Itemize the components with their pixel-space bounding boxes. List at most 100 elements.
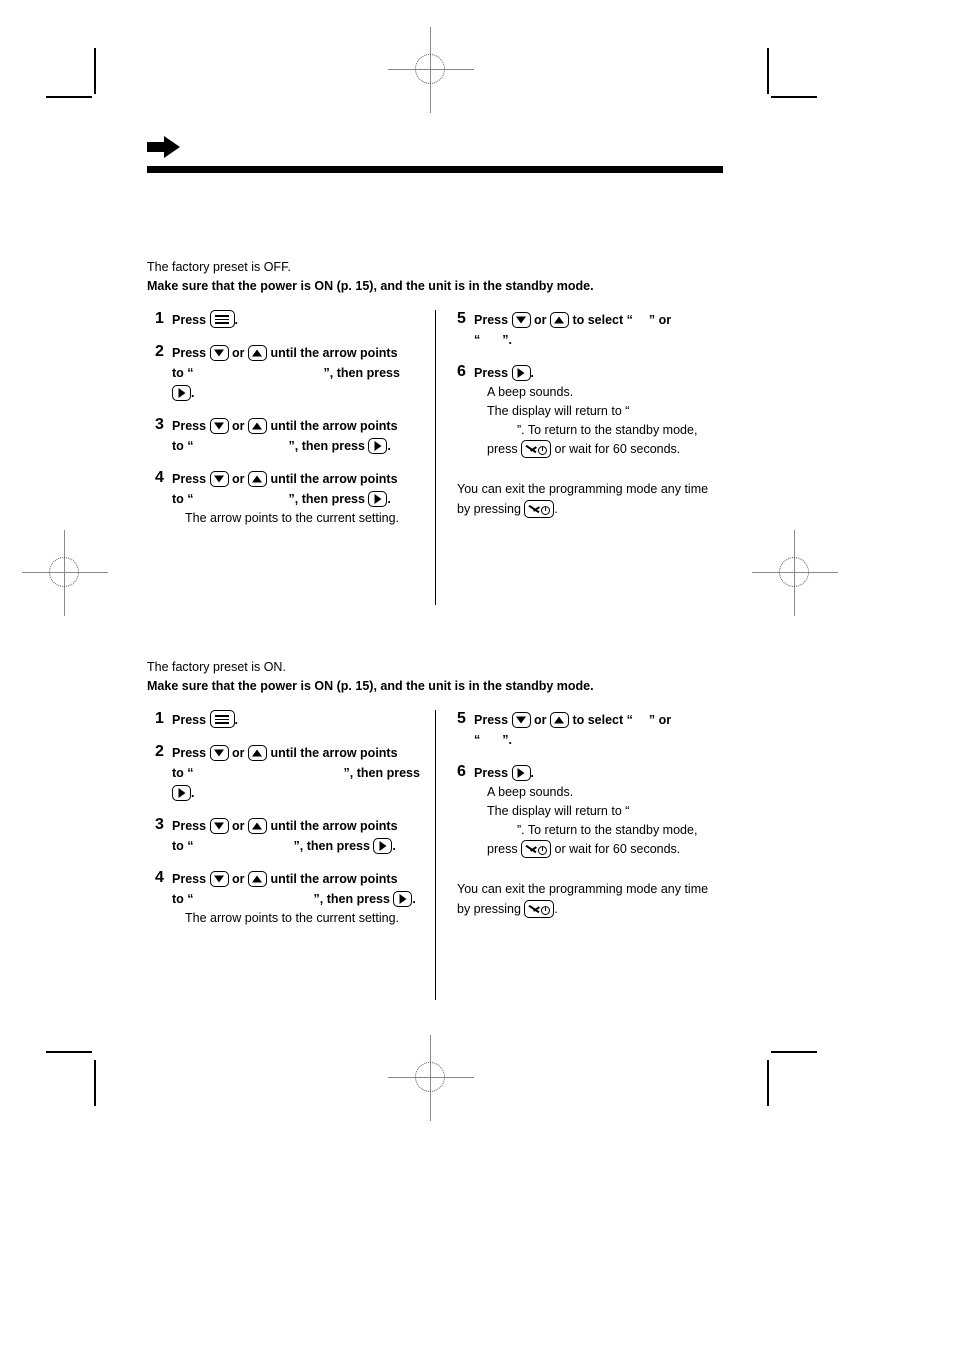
- step-number: 6: [457, 763, 466, 780]
- up-arrow-button-icon[interactable]: [549, 712, 569, 728]
- step-1: 1 Press .: [155, 310, 425, 330]
- step-text: Press .: [172, 710, 425, 730]
- step-number: 5: [457, 710, 466, 727]
- step-number: 1: [155, 310, 164, 327]
- section-intro: The factory preset is OFF. Make sure tha…: [147, 258, 747, 296]
- by-pressing-label: by pressing: [457, 502, 525, 516]
- procedure-section-off: The factory preset is OFF. Make sure tha…: [147, 258, 747, 610]
- press-label: press: [487, 842, 522, 856]
- then-press-label: ”, then press: [343, 766, 420, 780]
- step-note: The arrow points to the current setting.: [185, 511, 399, 525]
- steps-column-right: 5 Press or to select “ ” or “ ”. 6 Press .…: [457, 310, 742, 519]
- right-arrow-button-icon[interactable]: [368, 491, 388, 507]
- down-arrow-button-icon[interactable]: [209, 871, 229, 887]
- page-header: [147, 136, 747, 173]
- or-label: or: [228, 819, 248, 833]
- step-text-line2: “ ”.: [474, 330, 742, 350]
- down-arrow-button-icon[interactable]: [511, 312, 531, 328]
- up-arrow-button-icon[interactable]: [247, 745, 267, 761]
- display-return-note: The display will return to “: [487, 802, 742, 821]
- right-arrow-button-icon[interactable]: [393, 891, 413, 907]
- step-5: 5 Press or to select “ ” or “ ”.: [457, 310, 742, 350]
- crop-mark-top-right-horizontal: [771, 96, 817, 98]
- to-quote-open: to “: [172, 892, 194, 906]
- down-arrow-button-icon[interactable]: [511, 712, 531, 728]
- or-label: or: [228, 872, 248, 886]
- up-arrow-button-icon[interactable]: [247, 818, 267, 834]
- period: .: [191, 786, 195, 800]
- select-label: to select “: [568, 313, 633, 327]
- step-2: 2 Press or until the arrow points to “ ”,…: [155, 343, 425, 403]
- step-4: 4 Press or until the arrow points to “ ”,…: [155, 869, 425, 928]
- press-label: Press: [172, 872, 210, 886]
- right-arrow-button-icon[interactable]: [368, 438, 388, 454]
- up-arrow-button-icon[interactable]: [549, 312, 569, 328]
- steps-column-left: 1 Press . 2 Press or until the arrow poi…: [155, 710, 425, 941]
- step-text: Press or until the arrow points to “ ”, t…: [172, 469, 425, 509]
- up-arrow-button-icon[interactable]: [247, 871, 267, 887]
- down-arrow-button-icon[interactable]: [209, 471, 229, 487]
- menu-button-icon[interactable]: [209, 710, 235, 728]
- standby-off-button-icon[interactable]: [521, 440, 552, 458]
- up-arrow-button-icon[interactable]: [247, 418, 267, 434]
- step-text: Press or until the arrow points to “ ”, t…: [172, 869, 425, 909]
- or-label: or: [228, 746, 248, 760]
- right-arrow-button-icon[interactable]: [373, 838, 393, 854]
- right-arrow-button-icon[interactable]: [172, 785, 191, 801]
- down-arrow-button-icon[interactable]: [209, 345, 229, 361]
- step-text-line2: “ ”.: [474, 730, 742, 750]
- select-label: to select “: [568, 713, 633, 727]
- period: .: [387, 439, 391, 453]
- right-arrow-button-icon[interactable]: [511, 765, 531, 781]
- step-number: 5: [457, 310, 466, 327]
- press-label: Press: [474, 313, 512, 327]
- step-4: 4 Press or until the arrow points to “ ”,…: [155, 469, 425, 528]
- period: .: [412, 892, 416, 906]
- standby-off-button-icon[interactable]: [524, 900, 555, 918]
- step-number: 3: [155, 816, 164, 833]
- display-return-text: The display will return to “: [487, 404, 630, 418]
- menu-button-icon[interactable]: [209, 310, 235, 328]
- or-label: or: [228, 472, 248, 486]
- column-divider: [435, 710, 436, 1000]
- or-label-2: ” or: [648, 713, 672, 727]
- registration-mark-right-middle: [752, 530, 838, 616]
- up-arrow-button-icon[interactable]: [247, 345, 267, 361]
- step-text: Press .: [474, 763, 742, 783]
- step-number: 4: [155, 469, 164, 486]
- to-quote-open: to “: [172, 492, 194, 506]
- up-arrow-button-icon[interactable]: [247, 471, 267, 487]
- display-return-note: The display will return to “: [487, 402, 742, 421]
- period: .: [234, 313, 239, 327]
- then-press-label: ”, then press: [323, 366, 400, 380]
- standby-off-button-icon[interactable]: [521, 840, 552, 858]
- or-label-2: ” or: [648, 313, 672, 327]
- exit-note-line1: You can exit the programming mode any ti…: [457, 482, 709, 496]
- right-arrow-button-icon[interactable]: [511, 365, 531, 381]
- until-label: until the arrow points: [266, 819, 398, 833]
- step-number: 6: [457, 363, 466, 380]
- period: .: [387, 492, 391, 506]
- until-label: until the arrow points: [266, 472, 398, 486]
- step-number: 4: [155, 869, 164, 886]
- then-press-label: ”, then press: [288, 492, 369, 506]
- press-label: Press: [172, 313, 210, 327]
- standby-off-button-icon[interactable]: [524, 500, 555, 518]
- step-note: The arrow points to the current setting.: [185, 911, 399, 925]
- or-label: or: [228, 419, 248, 433]
- press-label: Press: [474, 366, 512, 380]
- step-text: Press .: [474, 363, 742, 383]
- press-label: Press: [172, 419, 210, 433]
- step-number: 2: [155, 343, 164, 360]
- registration-mark-left-middle: [22, 530, 108, 616]
- right-arrow-button-icon[interactable]: [172, 385, 191, 401]
- down-arrow-button-icon[interactable]: [209, 818, 229, 834]
- by-pressing-label: by pressing: [457, 902, 525, 916]
- down-arrow-button-icon[interactable]: [209, 418, 229, 434]
- exit-note-line1: You can exit the programming mode any ti…: [457, 882, 709, 896]
- down-arrow-button-icon[interactable]: [209, 745, 229, 761]
- to-quote-open: to “: [172, 839, 194, 853]
- then-press-label: ”, then press: [313, 892, 394, 906]
- quote-close: ”.: [502, 333, 512, 347]
- period: .: [554, 902, 558, 916]
